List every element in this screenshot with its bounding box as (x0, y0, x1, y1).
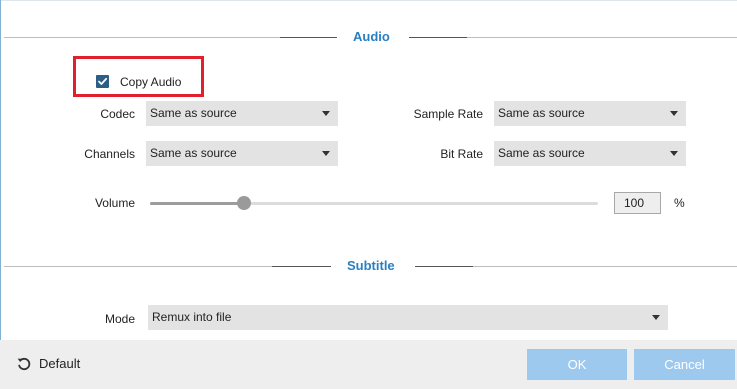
codec-label: Codec (100, 107, 135, 121)
sample-rate-label: Sample Rate (413, 107, 483, 121)
chevron-down-icon (670, 111, 678, 116)
ok-button[interactable]: OK (527, 349, 627, 380)
subtitle-divider-right (473, 266, 737, 267)
subtitle-divider-right-dark (415, 266, 473, 267)
channels-select-value: Same as source (150, 146, 237, 160)
audio-divider-right-dark (409, 37, 467, 38)
mode-label: Mode (104, 312, 135, 326)
bit-rate-label: Bit Rate (440, 147, 483, 161)
volume-slider-thumb[interactable] (237, 196, 251, 210)
checkmark-icon (98, 77, 108, 85)
cancel-button[interactable]: Cancel (634, 349, 735, 380)
mode-select[interactable]: Remux into file (148, 305, 668, 330)
chevron-down-icon (670, 151, 678, 156)
volume-label: Volume (94, 196, 135, 210)
volume-unit-label: % (674, 196, 685, 210)
chevron-down-icon (652, 315, 660, 320)
bit-rate-select-value: Same as source (498, 146, 585, 160)
copy-audio-checkbox[interactable] (96, 75, 109, 88)
reset-icon (17, 357, 31, 371)
audio-section-title: Audio (353, 29, 390, 44)
bit-rate-select[interactable]: Same as source (494, 141, 686, 166)
chevron-down-icon (322, 151, 330, 156)
audio-divider-right (467, 37, 737, 38)
sample-rate-select[interactable]: Same as source (494, 101, 686, 126)
channels-select[interactable]: Same as source (146, 141, 338, 166)
channels-label: Channels (84, 147, 135, 161)
volume-input-value: 100 (623, 196, 644, 210)
volume-slider-fill (150, 202, 244, 205)
chevron-down-icon (322, 111, 330, 116)
copy-audio-label[interactable]: Copy Audio (120, 74, 181, 90)
volume-input[interactable]: 100 (614, 192, 661, 214)
subtitle-divider-left-dark (272, 266, 331, 267)
default-button-label: Default (39, 356, 81, 371)
audio-divider-left-dark (280, 37, 337, 38)
codec-select[interactable]: Same as source (146, 101, 338, 126)
codec-select-value: Same as source (150, 106, 237, 120)
sample-rate-select-value: Same as source (498, 106, 585, 120)
window-top-border (0, 0, 737, 1)
subtitle-section-title: Subtitle (347, 258, 395, 273)
mode-select-value: Remux into file (152, 310, 232, 324)
window-left-border (0, 0, 1, 389)
